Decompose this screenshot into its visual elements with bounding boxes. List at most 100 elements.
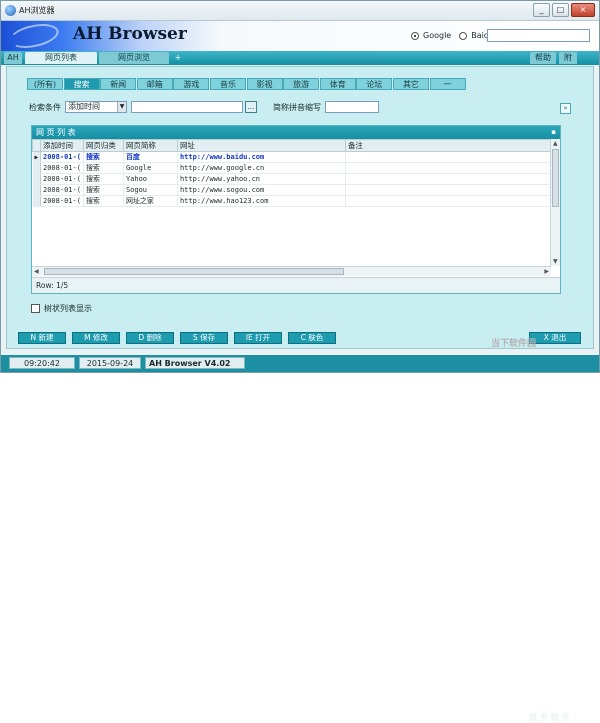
category-tab[interactable]: 论坛	[356, 78, 393, 90]
new-button[interactable]: N 新建	[18, 332, 66, 344]
chevron-down-icon: ▼	[117, 102, 126, 112]
cell-time: 2008-01-(	[40, 184, 84, 196]
category-tab[interactable]: (所有)	[27, 78, 63, 90]
cell-url: http://www.baidu.com	[177, 151, 346, 163]
title-bar: AH浏览器 _ □ ×	[1, 1, 599, 21]
watermark: 当下软件园	[491, 339, 537, 349]
main-content: (所有) 搜索 新闻 邮箱 游戏 音乐 影视 旅游 体育 论坛 其它 一 检索条…	[6, 66, 594, 349]
column-header[interactable]: 备注	[344, 139, 554, 152]
tree-checkbox[interactable]	[31, 304, 40, 313]
cell-category: 搜索	[83, 184, 124, 196]
category-tab[interactable]: 旅游	[283, 78, 320, 90]
pinyin-input[interactable]	[325, 101, 379, 113]
cell-category: 搜索	[83, 151, 124, 163]
cell-url: http://www.hao123.com	[177, 195, 346, 207]
status-version: AH Browser V4.02	[145, 357, 245, 369]
baidu-radio[interactable]	[459, 31, 468, 40]
category-tab[interactable]: 其它	[392, 78, 429, 90]
edit-button[interactable]: M 修改	[72, 332, 120, 344]
maximize-button[interactable]: □	[552, 3, 569, 17]
cell-name: Sogou	[123, 184, 178, 196]
category-tab[interactable]: 搜索	[63, 78, 100, 90]
cell-note	[345, 162, 554, 174]
expand-icon[interactable]: »	[560, 103, 571, 114]
close-button[interactable]: ×	[571, 3, 595, 17]
cell-url: http://www.yahoo.cn	[177, 173, 346, 185]
pinyin-label: 简称拼音缩写	[273, 102, 321, 112]
cell-time: 2008-01-(	[40, 151, 84, 163]
row-header-corner	[32, 139, 41, 152]
horizontal-scrollbar[interactable]: ◀ ▶	[32, 266, 551, 276]
category-tab[interactable]: 邮箱	[136, 78, 173, 90]
scroll-up-icon[interactable]: ▲	[553, 140, 558, 147]
add-tab-button[interactable]: +	[171, 52, 185, 64]
row-selector-icon: ▶	[32, 151, 41, 163]
browse-button[interactable]: ...	[245, 101, 257, 113]
search-input[interactable]	[487, 29, 590, 42]
scroll-left-icon[interactable]: ◀	[34, 268, 39, 275]
scroll-thumb[interactable]	[44, 268, 344, 275]
category-tab[interactable]: 体育	[319, 78, 356, 90]
skin-button[interactable]: C 肤色	[288, 332, 336, 344]
scroll-down-icon[interactable]: ▼	[553, 258, 558, 265]
category-tab[interactable]: 音乐	[209, 78, 246, 90]
scroll-right-icon[interactable]: ▶	[544, 268, 549, 275]
open-button[interactable]: IE 打开	[234, 332, 282, 344]
category-tab[interactable]: 一	[429, 78, 466, 90]
cell-name: Google	[123, 162, 178, 174]
criteria-value: 添加时间	[68, 102, 100, 111]
app-window: AH浏览器 _ □ × AH Browser Google Baidu AH 网…	[0, 0, 600, 722]
status-bar: 09:20:42 2015-09-24 AH Browser V4.02 绿 手…	[1, 355, 599, 722]
logo-swirl-icon	[7, 20, 61, 52]
cell-name: Yahoo	[123, 173, 178, 185]
tab-page-browse[interactable]: 网页浏览	[99, 52, 169, 64]
tree-view-toggle[interactable]: 树状列表显示	[31, 303, 92, 314]
column-header[interactable]: 网页归类	[82, 139, 124, 152]
cell-note	[345, 195, 554, 207]
vertical-scrollbar[interactable]: ▲ ▼	[550, 139, 560, 266]
column-header[interactable]: 网址	[176, 139, 346, 152]
table-row[interactable]: 2008-01-( 搜索 Google http://www.google.cn	[32, 162, 554, 174]
delete-button[interactable]: D 删除	[126, 332, 174, 344]
cell-time: 2008-01-(	[40, 162, 84, 174]
cell-category: 搜索	[83, 162, 124, 174]
table-row[interactable]: 2008-01-( 搜索 网址之家 http://www.hao123.com	[32, 195, 554, 207]
cell-name: 网址之家	[123, 195, 178, 207]
table-row[interactable]: ▶ 2008-01-( 搜索 百度 http://www.baidu.com	[32, 151, 554, 163]
app-logo: AH Browser	[73, 24, 187, 44]
grid-title: 网 页 列 表 ▪	[32, 126, 560, 139]
cell-name: 百度	[123, 151, 178, 163]
criteria-select[interactable]: 添加时间 ▼	[65, 101, 127, 113]
help-menu[interactable]: 帮助	[530, 52, 556, 64]
tab-page-list[interactable]: 网页列表	[25, 52, 97, 64]
cell-time: 2008-01-(	[40, 173, 84, 185]
filter-row: 检索条件 添加时间 ▼ ... 简称拼音缩写	[29, 101, 379, 113]
status-time: 09:20:42	[9, 357, 75, 369]
banner: AH Browser Google Baidu	[1, 20, 599, 52]
row-count: Row: 1/5	[32, 277, 560, 293]
category-tab[interactable]: 新闻	[100, 78, 137, 90]
cell-category: 搜索	[83, 195, 124, 207]
column-header[interactable]: 添加时间	[40, 139, 84, 152]
criteria-input[interactable]	[131, 101, 243, 113]
category-tab[interactable]: 影视	[246, 78, 283, 90]
tab-ah[interactable]: AH	[4, 52, 22, 64]
exit-button[interactable]: X 退出	[529, 332, 581, 344]
google-label: Google	[423, 31, 452, 40]
grid-title-text: 网 页 列 表	[36, 128, 76, 137]
scroll-thumb[interactable]	[552, 149, 559, 207]
menu-bar: AH 网页列表 网页浏览 + 帮助 附	[1, 51, 599, 65]
attach-menu[interactable]: 附	[559, 52, 577, 64]
cell-note	[345, 151, 554, 163]
google-radio[interactable]	[411, 31, 419, 40]
category-tab[interactable]: 游戏	[173, 78, 210, 90]
minimize-button[interactable]: _	[533, 3, 550, 17]
tree-checkbox-label: 树状列表显示	[44, 304, 92, 313]
table-row[interactable]: 2008-01-( 搜索 Yahoo http://www.yahoo.cn	[32, 173, 554, 185]
column-header[interactable]: 网页简称	[122, 139, 178, 152]
status-date: 2015-09-24	[79, 357, 141, 369]
watermark-brand: 绿 手 软 件	[529, 713, 570, 722]
pin-icon[interactable]: ▪	[551, 126, 556, 139]
save-button[interactable]: S 保存	[180, 332, 228, 344]
table-row[interactable]: 2008-01-( 搜索 Sogou http://www.sogou.com	[32, 184, 554, 196]
